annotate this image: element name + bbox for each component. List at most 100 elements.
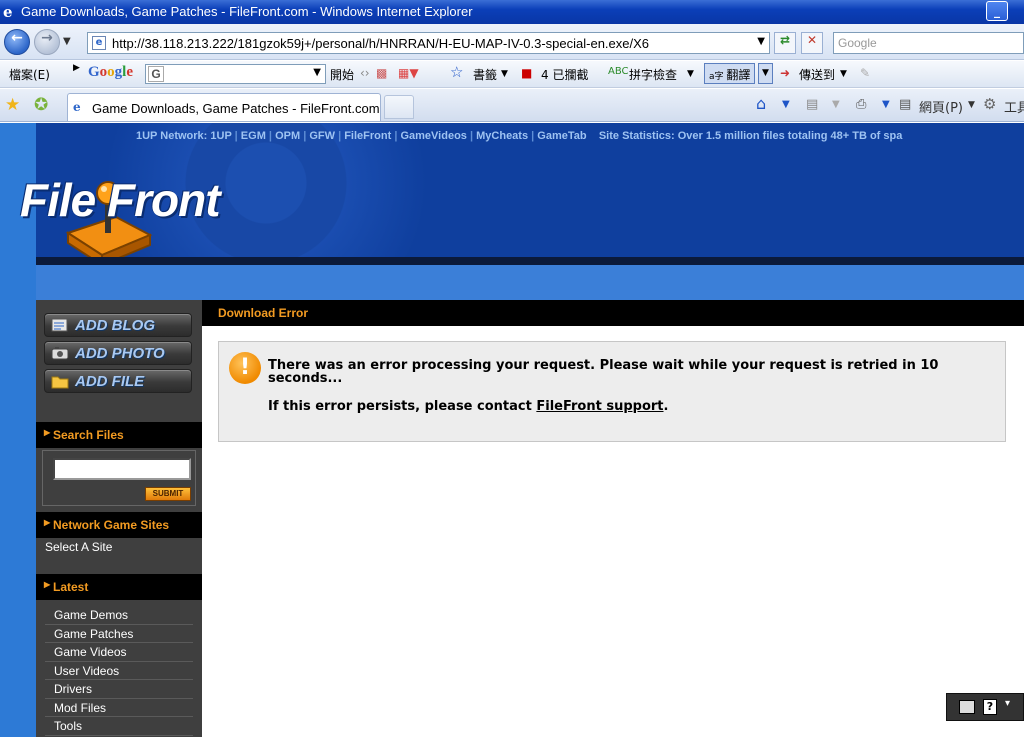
search-files-header: ▶ Search Files (36, 422, 202, 448)
error-message: There was an error processing your reque… (268, 358, 939, 386)
tools-gear-icon[interactable]: ⚙ (983, 95, 996, 113)
google-logo: Google (88, 64, 134, 80)
window-title: Game Downloads, Game Patches - FileFront… (21, 4, 473, 19)
error-box: ! There was an error processing your req… (218, 341, 1006, 442)
error-contact-text: If this error persists, please contact (268, 399, 537, 414)
favorites-star-icon[interactable]: ★ (5, 95, 20, 115)
network-sites-title: Network Game Sites (53, 518, 170, 532)
error-contact-line: If this error persists, please contact F… (268, 399, 668, 414)
add-blog-button[interactable]: ADD BLOG (44, 313, 192, 337)
page-dropdown-icon[interactable]: ▼ (968, 100, 975, 110)
add-blog-label: ADD BLOG (75, 317, 155, 334)
camera-icon (51, 347, 69, 360)
latest-drivers[interactable]: Drivers (45, 680, 193, 699)
url-text[interactable]: http://38.118.213.222/181gzok59j+/person… (112, 36, 649, 51)
home-dropdown-icon[interactable]: ▼ (782, 99, 790, 110)
add-favorite-icon[interactable]: ✪ (34, 95, 48, 115)
page-menu[interactable]: 網頁(P) (919, 97, 963, 116)
search-files-panel: SUBMIT (42, 450, 196, 506)
spellcheck-icon[interactable]: ABC (608, 66, 629, 77)
select-site-dropdown[interactable]: Select A Site (45, 540, 112, 554)
translate-dropdown-icon[interactable]: ▼ (758, 63, 773, 84)
network-link-gametab[interactable]: GameTab (537, 130, 586, 142)
address-input[interactable]: e http://38.118.213.222/181gzok59j+/pers… (87, 32, 770, 54)
bookmarks-button[interactable]: 書籤 (473, 66, 497, 83)
feeds-icon[interactable]: ▤ (806, 97, 818, 112)
url-dropdown-icon[interactable]: ▼ (757, 36, 765, 47)
feeds-dropdown-icon[interactable]: ▼ (832, 99, 840, 110)
latest-game-demos[interactable]: Game Demos (45, 606, 193, 625)
search-placeholder: Google (838, 36, 877, 50)
refresh-icon[interactable]: ⇄ (774, 32, 796, 54)
add-photo-button[interactable]: ADD PHOTO (44, 341, 192, 365)
network-link-1up[interactable]: 1UP (210, 130, 231, 142)
start-button[interactable]: 開始 (330, 66, 354, 83)
page-icon[interactable]: ▤ (899, 97, 911, 112)
blog-icon (51, 318, 68, 332)
print-icon[interactable]: ⎙ (856, 97, 866, 112)
search-files-input[interactable] (53, 458, 191, 480)
file-menu[interactable]: 檔案(E) (9, 66, 50, 83)
popup-blocked-count[interactable]: 4 已攔截 (541, 66, 588, 83)
latest-list: Game Demos Game Patches Game Videos User… (45, 606, 193, 736)
content-title-bar: Download Error (202, 300, 1024, 326)
bookmarks-dropdown-icon[interactable]: ▼ (501, 69, 508, 79)
back-arrow-icon[interactable]: ← (4, 29, 30, 55)
keyboard-icon[interactable] (959, 700, 975, 714)
sendto-dropdown-icon[interactable]: ▼ (840, 69, 847, 79)
google-search-input[interactable]: G ▼ (145, 64, 326, 84)
window-titlebar: e Game Downloads, Game Patches - FileFro… (0, 0, 1024, 24)
latest-game-patches[interactable]: Game Patches (45, 625, 193, 643)
pagerank-icon[interactable]: ▩ (376, 66, 387, 80)
google-dropdown-icon[interactable]: ▼ (313, 67, 321, 78)
latest-tools[interactable]: Tools (45, 717, 193, 736)
toolbar-handle-icon[interactable]: ▶ (73, 63, 80, 73)
filefront-support-link[interactable]: FileFront support (536, 399, 663, 414)
ie-logo-icon: e (3, 3, 13, 21)
translate-button[interactable]: a字 翻譯 (704, 63, 756, 84)
latest-title: Latest (53, 580, 89, 594)
latest-game-videos[interactable]: Game Videos (45, 643, 193, 662)
search-input[interactable]: Google (833, 32, 1024, 54)
network-link-egm[interactable]: EGM (241, 130, 266, 142)
main-content: Download Error ! There was an error proc… (202, 300, 1024, 737)
popup-blocker-icon[interactable]: ■ (521, 66, 532, 80)
print-dropdown-icon[interactable]: ▼ (882, 99, 890, 110)
new-tab-button[interactable] (384, 95, 414, 119)
translate-icon: a字 (709, 72, 727, 82)
tools-menu[interactable]: 工具 (1004, 97, 1024, 116)
site-statistics: Site Statistics: Over 1.5 million files … (598, 130, 903, 142)
submit-button[interactable]: SUBMIT (145, 487, 191, 501)
header-dark-strip (36, 257, 1024, 265)
spellcheck-dropdown-icon[interactable]: ▼ (687, 69, 694, 79)
home-icon[interactable]: ⌂ (756, 94, 766, 113)
network-link-gfw[interactable]: GFW (309, 130, 335, 142)
latest-user-videos[interactable]: User Videos (45, 662, 193, 680)
help-icon[interactable]: ? (983, 699, 997, 715)
filefront-logo[interactable]: File Front (20, 173, 221, 227)
sendto-icon[interactable]: ➜ (780, 66, 790, 80)
latest-mod-files[interactable]: Mod Files (45, 699, 193, 717)
network-link-opm[interactable]: OPM (275, 130, 300, 142)
news-icon[interactable]: ▦▼ (398, 66, 419, 80)
network-link-filefront[interactable]: FileFront (344, 130, 391, 142)
tab-filefront[interactable]: e Game Downloads, Game Patches - FileFro… (67, 93, 381, 121)
sendto-button[interactable]: 傳送到 (799, 66, 835, 83)
network-link-mycheats[interactable]: MyCheats (476, 130, 528, 142)
tab-page-icon: e (73, 100, 81, 114)
tab-label: Game Downloads, Game Patches - FileFront… (92, 101, 380, 116)
forward-arrow-icon[interactable]: → (34, 29, 60, 55)
network-bar: 1UP Network: 1UP | EGM | OPM | GFW | Fil… (136, 130, 903, 142)
google-g-icon[interactable]: G (148, 66, 164, 82)
start-arrows-icon[interactable]: ‹› (360, 66, 370, 80)
bookmark-star-icon[interactable]: ☆ (450, 63, 463, 81)
stop-icon[interactable]: ✕ (801, 32, 823, 54)
highlighter-icon[interactable]: ✎ (860, 66, 870, 80)
warning-icon: ! (229, 352, 261, 384)
minimize-button[interactable]: _ (986, 1, 1008, 21)
add-file-button[interactable]: ADD FILE (44, 369, 192, 393)
options-icon[interactable]: ▾ (1005, 698, 1010, 709)
spellcheck-button[interactable]: 拼字檢查 (629, 66, 677, 83)
network-link-gamevideos[interactable]: GameVideos (400, 130, 466, 142)
history-dropdown-icon[interactable]: ▼ (63, 36, 71, 47)
